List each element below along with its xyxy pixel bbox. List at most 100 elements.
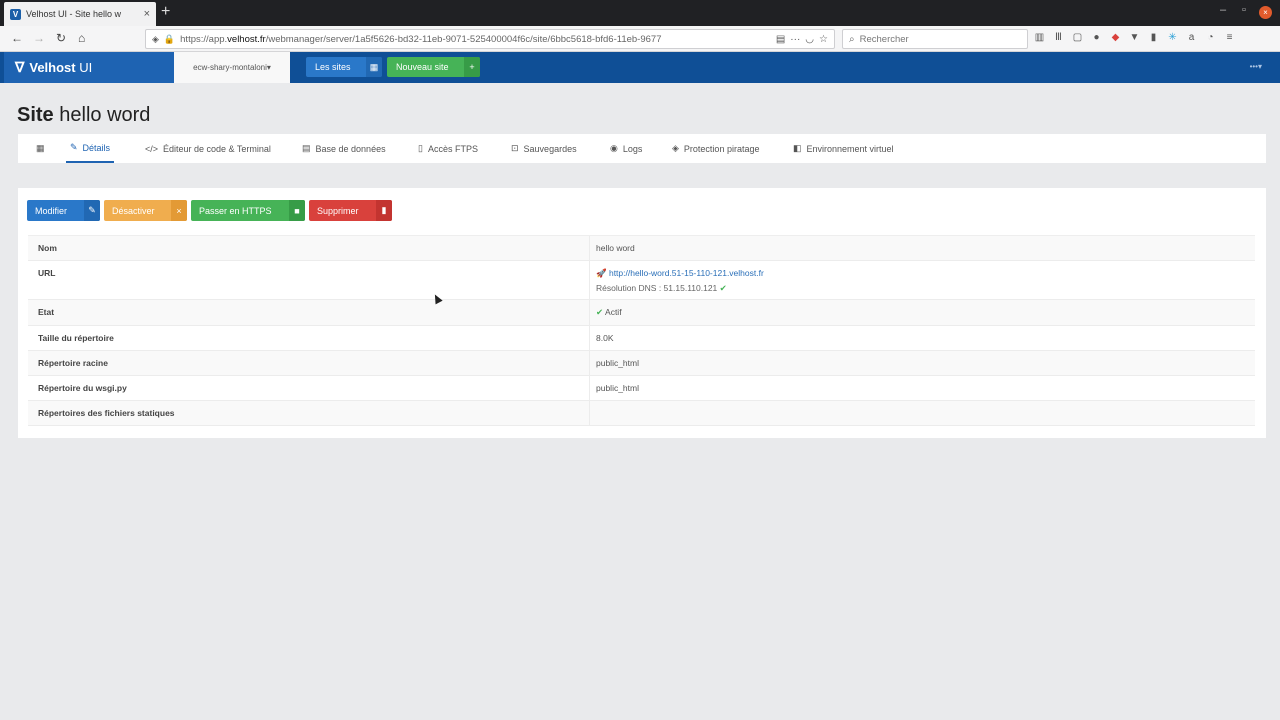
browser-toolbar: ← → ↻ ⌂ ◈ 🔒 https://app.velhost.fr/webma…: [0, 26, 1280, 52]
reload-icon[interactable]: ↻: [56, 31, 66, 45]
url-text[interactable]: https://app.velhost.fr/webmanager/server…: [180, 34, 771, 45]
tab-code-editor[interactable]: </> Éditeur de code & Terminal: [145, 134, 271, 163]
addon-icon[interactable]: ◆: [1110, 31, 1121, 45]
delete-button[interactable]: Supprimer ▮: [309, 200, 392, 221]
user-menu-icon[interactable]: •••▾: [1250, 62, 1262, 71]
reader-icon[interactable]: ▤: [776, 34, 785, 45]
text-icon[interactable]: a: [1186, 31, 1197, 45]
field-value: ✔ Actif: [590, 300, 1255, 325]
details-table: Nom hello word URL 🚀 http://hello-word.5…: [28, 235, 1255, 426]
deactivate-button[interactable]: Désactiver ×: [104, 200, 187, 221]
field-value: public_html: [596, 383, 639, 393]
https-button[interactable]: Passer en HTTPS ■: [191, 200, 305, 221]
backup-icon: ⊡: [511, 143, 519, 153]
status-text: Actif: [605, 307, 622, 317]
tab-protection[interactable]: ◈ Protection piratage: [672, 134, 759, 163]
dns-resolution: Résolution DNS : 51.15.110.121 ✔: [596, 283, 727, 293]
caret-down-icon: ▾: [266, 63, 271, 72]
table-row: Etat ✔ Actif: [28, 300, 1255, 326]
table-row: Répertoire racine public_html: [28, 351, 1255, 376]
forward-icon[interactable]: →: [33, 31, 45, 45]
extension-icons: ▥ Ⅲ ▢ ● ◆ ▼ ▮ ✳ a ◔ ≡: [1034, 31, 1235, 45]
bookmarks-icon[interactable]: Ⅲ: [1053, 31, 1064, 45]
check-icon: ✔: [596, 307, 604, 317]
page-title: Site hello word: [17, 104, 151, 126]
account-selector[interactable]: ecw-shary-montaloni ▾: [174, 52, 290, 83]
pocket-icon[interactable]: ◡: [805, 34, 814, 45]
new-site-button[interactable]: Nouveau site +: [387, 57, 480, 77]
cube-icon: ◧: [793, 143, 802, 153]
lock-icon: ■: [289, 200, 305, 221]
back-icon[interactable]: ←: [11, 31, 23, 45]
maximize-icon[interactable]: ▫: [1242, 4, 1246, 16]
extension-icon[interactable]: ●: [1091, 31, 1102, 45]
lock-icon[interactable]: 🔒: [164, 34, 175, 45]
sync-icon[interactable]: ◔: [1205, 31, 1216, 45]
table-row: Répertoire du wsgi.py public_html: [28, 376, 1255, 401]
table-row: URL 🚀 http://hello-word.51-15-110-121.ve…: [28, 261, 1255, 300]
app-header: ∇ Velhost UI ecw-shary-montaloni ▾ Les s…: [0, 52, 1280, 83]
shield-icon: ◈: [672, 143, 679, 153]
tab-logs[interactable]: ◉ Logs: [610, 134, 642, 163]
search-icon: ⌕: [849, 33, 855, 45]
search-bar[interactable]: ⌕: [842, 29, 1028, 49]
browser-tab-strip: V Velhost UI - Site hello w × + – ▫ ×: [0, 0, 1280, 26]
tab-details[interactable]: ✎ Détails: [66, 134, 115, 163]
list-icon: ▦: [366, 57, 382, 77]
home-icon[interactable]: ⌂: [78, 31, 85, 45]
browser-tab[interactable]: V Velhost UI - Site hello w ×: [4, 2, 156, 26]
field-label: URL: [28, 261, 590, 299]
site-details-panel: Modifier ✎ Désactiver × Passer en HTTPS …: [18, 188, 1266, 438]
new-tab-icon[interactable]: +: [161, 3, 170, 21]
storage-icon[interactable]: ▮: [1148, 31, 1159, 45]
tab-ftps[interactable]: ▯ Accès FTPS: [418, 134, 478, 163]
site-url-link[interactable]: http://hello-word.51-15-110-121.velhost.…: [609, 268, 764, 278]
edit-icon: ✎: [70, 142, 78, 152]
rocket-icon: 🚀: [596, 268, 607, 278]
code-icon: </>: [145, 143, 159, 154]
bookmark-star-icon[interactable]: ☆: [819, 34, 828, 45]
window-close-icon[interactable]: ×: [1259, 6, 1272, 19]
network-icon[interactable]: ✳: [1167, 31, 1178, 45]
close-icon[interactable]: ×: [144, 8, 150, 20]
database-icon: ▤: [302, 143, 311, 153]
field-value: 8.0K: [596, 333, 614, 343]
file-icon: ▯: [418, 143, 423, 153]
grid-icon: ▦: [36, 143, 45, 153]
field-label: Nom: [28, 236, 590, 260]
address-bar[interactable]: ◈ 🔒 https://app.velhost.fr/webmanager/se…: [145, 29, 835, 49]
field-label: Etat: [28, 300, 590, 325]
table-row: Taille du répertoire 8.0K: [28, 326, 1255, 351]
filter-icon[interactable]: ▼: [1129, 31, 1140, 45]
more-icon[interactable]: ···: [790, 34, 800, 45]
eye-icon: ◉: [610, 143, 618, 153]
tab-database[interactable]: ▤ Base de données: [302, 134, 386, 163]
account-name: ecw-shary-montaloni: [193, 63, 267, 72]
sidebar-icon[interactable]: ▢: [1072, 31, 1083, 45]
menu-icon[interactable]: ≡: [1224, 31, 1235, 45]
minimize-icon[interactable]: –: [1220, 4, 1226, 16]
field-label: Taille du répertoire: [28, 326, 590, 350]
brand[interactable]: ∇ Velhost UI: [4, 52, 174, 83]
field-value: [590, 401, 1255, 425]
site-tabs: ▦ ✎ Détails </> Éditeur de code & Terminal…: [18, 134, 1266, 163]
field-label: Répertoires des fichiers statiques: [28, 401, 590, 425]
close-icon: ×: [171, 200, 187, 221]
shield-icon[interactable]: ◈: [152, 34, 159, 45]
library-icon[interactable]: ▥: [1034, 31, 1045, 45]
field-value: public_html: [596, 358, 639, 368]
modify-button[interactable]: Modifier ✎: [27, 200, 100, 221]
tab-virtual-env[interactable]: ◧ Environnement virtuel: [793, 134, 894, 163]
trash-icon: ▮: [376, 200, 392, 221]
tab-menu[interactable]: ▦: [36, 134, 45, 163]
search-input[interactable]: [859, 33, 1010, 45]
plus-icon: +: [464, 57, 480, 77]
field-value: hello word: [596, 243, 635, 253]
field-value: 🚀 http://hello-word.51-15-110-121.velhos…: [590, 261, 1255, 299]
favicon-icon: V: [10, 8, 21, 20]
tab-backups[interactable]: ⊡ Sauvegardes: [511, 134, 577, 163]
browser-tab-title: Velhost UI - Site hello w: [26, 9, 122, 19]
sites-button[interactable]: Les sites ▦: [306, 57, 382, 77]
check-icon: ✔: [719, 283, 727, 293]
brand-name: Velhost UI: [29, 60, 93, 75]
